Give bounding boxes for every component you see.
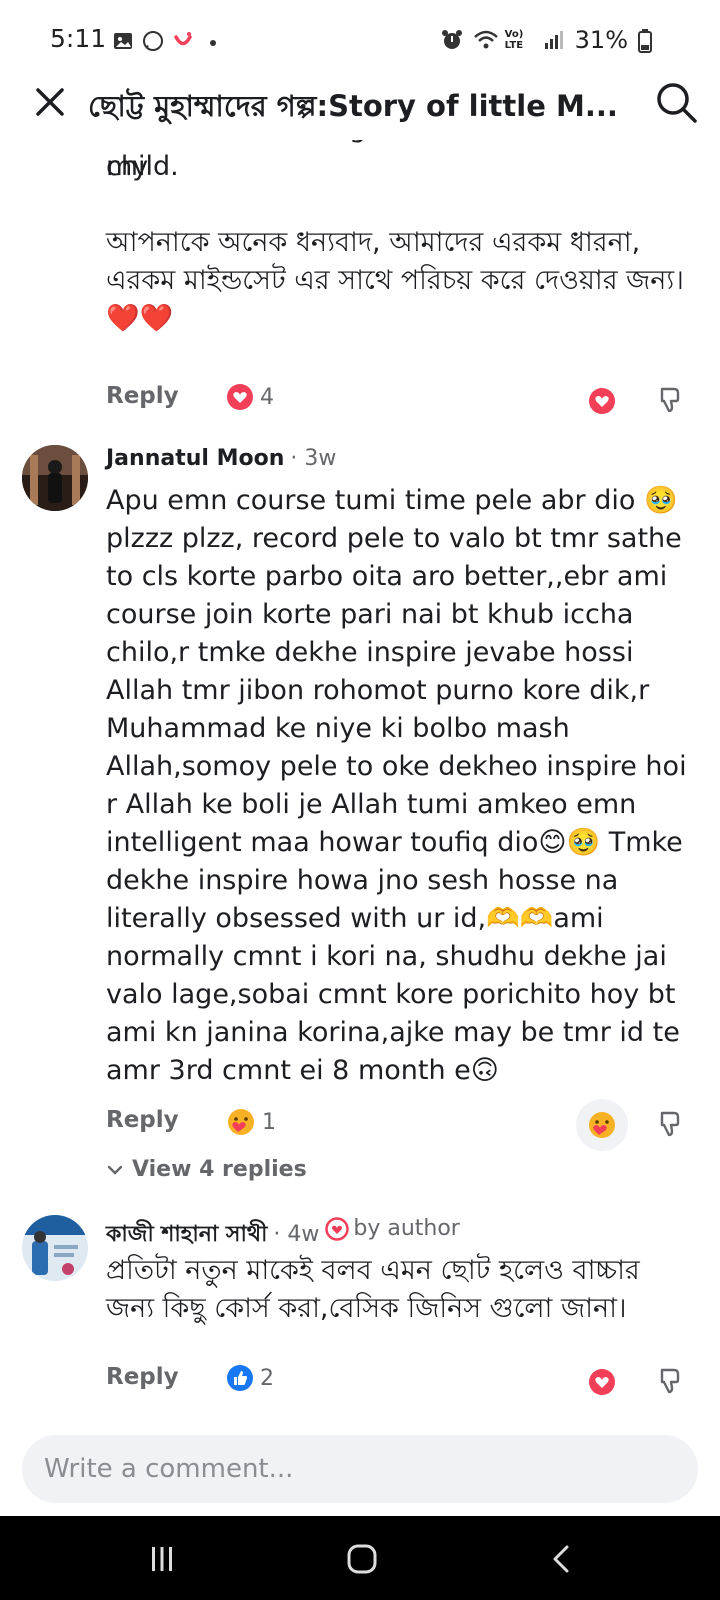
battery-percent: 31% [574, 26, 628, 54]
thumbs-down-icon [660, 1111, 680, 1137]
comment-actions: Reply 4 [106, 377, 696, 421]
view-replies-button[interactable]: View 4 replies [106, 1157, 307, 1182]
system-navbar [0, 1516, 720, 1600]
reaction-count: 2 [260, 1365, 274, 1391]
search-button[interactable] [654, 80, 700, 126]
status-time: 5:11 [50, 24, 107, 53]
comment-time[interactable]: · 3w [290, 446, 336, 471]
reply-button[interactable]: Reply [106, 1107, 179, 1133]
gallery-icon [112, 30, 134, 52]
reaction-summary[interactable]: 4 [226, 383, 274, 411]
view-replies-label: View 4 replies [132, 1157, 307, 1182]
close-button[interactable] [30, 82, 70, 122]
status-bar: 5:11 Vo) LTE 31% [0, 0, 720, 80]
care-icon [228, 1109, 254, 1135]
home-button[interactable] [332, 1534, 392, 1584]
love-icon [227, 384, 253, 410]
reply-button[interactable]: Reply [106, 383, 179, 409]
comment-time[interactable]: · 4w [273, 1222, 319, 1247]
comment-meta: Jannatul Moon · 3w [106, 446, 336, 471]
battery-icon [638, 29, 660, 53]
badge-label: by author [353, 1216, 460, 1241]
search-icon [657, 83, 697, 123]
daraz-icon [172, 30, 194, 52]
reaction-summary[interactable]: 2 [226, 1364, 274, 1392]
alarm-icon [441, 29, 463, 51]
recents-icon [152, 1547, 172, 1571]
back-button[interactable] [532, 1534, 592, 1584]
reaction-summary[interactable]: 1 [226, 1107, 276, 1137]
comments-feed[interactable]: within 4 months I got a better version o… [0, 140, 720, 1435]
comment-text: Apu emn course tumi time pele abr dio 🥹 … [106, 485, 696, 1086]
love-react-icon [589, 1369, 615, 1395]
love-react-icon [589, 388, 615, 414]
recents-button[interactable] [132, 1534, 192, 1584]
author-name[interactable]: Jannatul Moon [106, 446, 284, 471]
reaction-count: 1 [262, 1109, 276, 1135]
home-icon [347, 1544, 377, 1574]
reaction-count: 4 [260, 384, 274, 410]
network-label: Vo) LTE [504, 29, 524, 51]
comment-text: child. আপনাকে অনেক ধন্যবাদ, আমাদের এরকম … [106, 151, 684, 334]
react-button[interactable] [576, 375, 628, 427]
dislike-button[interactable] [652, 1105, 688, 1141]
care-react-icon [589, 1112, 615, 1138]
heart-outline-icon [325, 1216, 350, 1241]
wifi-icon [473, 29, 498, 51]
comment-meta: কাজী শাহানা সাথী · 4w by author [106, 1216, 460, 1254]
react-button[interactable] [576, 1099, 628, 1151]
author-name[interactable]: কাজী শাহানা সাথী [106, 1217, 267, 1254]
comment-text: প্রতিটা নতুন মাকেই বলব এমন ছোট হলেও বাচ্… [106, 1255, 649, 1324]
dislike-button[interactable] [652, 381, 688, 417]
comment-input[interactable] [22, 1435, 698, 1503]
like-icon [227, 1365, 253, 1391]
status-right: Vo) LTE 31% [441, 26, 660, 54]
whatsapp-icon [142, 30, 164, 52]
post-header: ছোট্ট মুহাম্মাদের গল্প:Story of little M… [0, 80, 720, 140]
thumbs-down-icon [660, 1368, 680, 1394]
close-icon [36, 88, 64, 116]
react-button[interactable] [576, 1356, 628, 1408]
avatar[interactable] [22, 445, 88, 511]
chevron-down-icon [107, 1165, 123, 1175]
back-icon [553, 1545, 569, 1573]
dislike-button[interactable] [652, 1362, 688, 1398]
comment-actions: Reply 2 [106, 1358, 696, 1402]
comment-actions: Reply 1 [106, 1099, 696, 1151]
thumbs-down-icon [660, 387, 680, 413]
author-badge: by author [325, 1216, 460, 1241]
signal-icon [543, 29, 565, 51]
more-notifications-icon [202, 30, 224, 52]
notification-icons [112, 28, 224, 54]
comment-composer [0, 1435, 720, 1515]
avatar[interactable] [22, 1215, 88, 1281]
page-title: ছোট্ট মুহাম্মাদের গল্প:Story of little M… [88, 89, 618, 123]
reply-button[interactable]: Reply [106, 1364, 179, 1390]
